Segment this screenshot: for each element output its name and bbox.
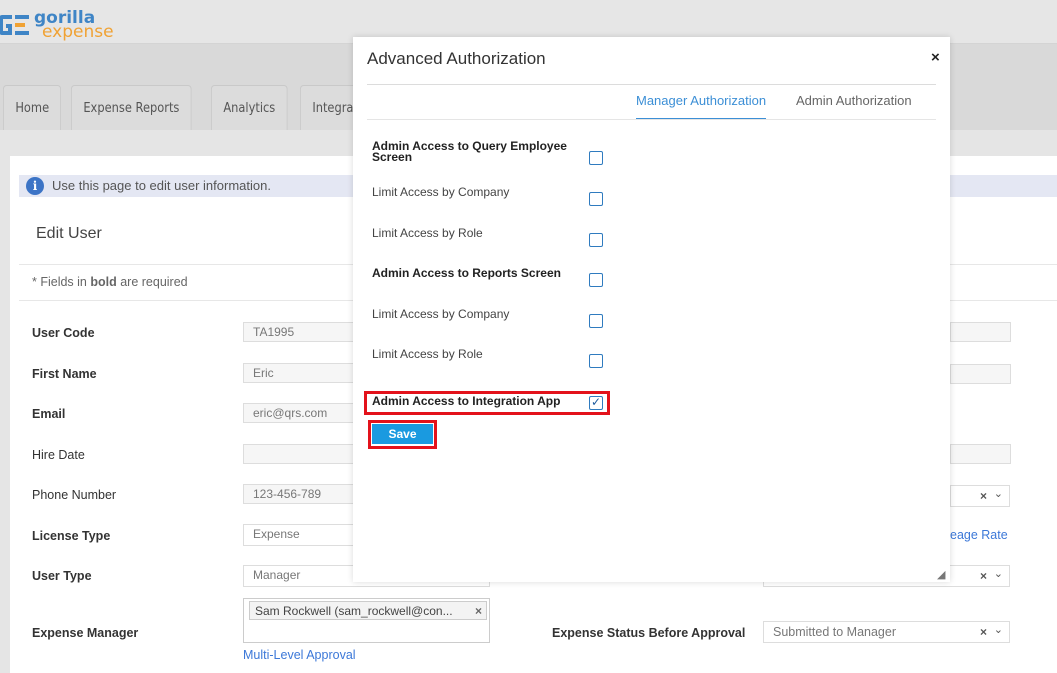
right-select[interactable]: × ⌄ bbox=[950, 485, 1010, 507]
integration-app-access-checkbox[interactable]: ✓ bbox=[589, 396, 603, 410]
required-note-suffix: are required bbox=[116, 275, 188, 289]
tab-admin-authorization[interactable]: Admin Authorization bbox=[796, 93, 912, 118]
user-code-label: User Code bbox=[32, 326, 95, 340]
nav-tab-home[interactable]: Home bbox=[3, 85, 62, 130]
page-title: Edit User bbox=[36, 225, 102, 242]
first-name-label: First Name bbox=[32, 367, 97, 381]
email-label: Email bbox=[32, 407, 66, 421]
tabs-divider bbox=[367, 119, 936, 120]
first-name-input[interactable]: Eric bbox=[243, 363, 355, 383]
nav-tab-expense-reports[interactable]: Expense Reports bbox=[71, 85, 193, 130]
integration-app-access-label: Admin Access to Integration App bbox=[372, 394, 561, 408]
logo-text-bottom: expense bbox=[42, 22, 114, 42]
query-limit-by-company-checkbox[interactable] bbox=[589, 192, 603, 206]
limit-by-role-label: Limit Access by Role bbox=[372, 226, 483, 240]
query-employee-access-checkbox[interactable] bbox=[589, 151, 603, 165]
multi-level-approval-link[interactable]: Multi-Level Approval bbox=[243, 648, 356, 662]
license-type-select[interactable]: Expense bbox=[243, 524, 355, 546]
remove-tag-icon[interactable]: × bbox=[475, 604, 482, 618]
chevron-down-icon[interactable]: ⌄ bbox=[994, 567, 1003, 580]
expense-manager-label: Expense Manager bbox=[32, 626, 139, 640]
limit-by-company-label: Limit Access by Company bbox=[372, 185, 510, 199]
user-code-input[interactable]: TA1995 bbox=[243, 322, 355, 342]
reports-access-checkbox[interactable] bbox=[589, 273, 603, 287]
modal-divider bbox=[367, 84, 936, 85]
right-field-input[interactable] bbox=[950, 444, 1011, 464]
user-type-label: User Type bbox=[32, 569, 92, 583]
limit-by-role-label: Limit Access by Role bbox=[372, 347, 483, 361]
clear-icon[interactable]: × bbox=[980, 625, 987, 639]
status-before-approval-select[interactable]: Submitted to Manager × ⌄ bbox=[763, 621, 1010, 643]
save-button[interactable]: Save bbox=[372, 424, 433, 444]
right-field-input[interactable] bbox=[950, 364, 1011, 384]
hire-date-input[interactable] bbox=[243, 444, 355, 464]
status-before-approval-value: Submitted to Manager bbox=[773, 625, 896, 639]
close-icon[interactable]: × bbox=[931, 49, 940, 66]
clear-icon[interactable]: × bbox=[980, 489, 987, 503]
resize-handle-icon[interactable]: ◢ bbox=[937, 568, 945, 581]
query-limit-by-role-checkbox[interactable] bbox=[589, 233, 603, 247]
info-icon: i bbox=[26, 177, 44, 195]
reports-access-label: Admin Access to Reports Screen bbox=[372, 266, 561, 280]
hire-date-label: Hire Date bbox=[32, 448, 85, 462]
info-banner-text: Use this page to edit user information. bbox=[52, 178, 271, 193]
phone-number-label: Phone Number bbox=[32, 488, 117, 502]
status-before-approval-label: Expense Status Before Approval bbox=[552, 626, 746, 640]
required-note-bold: bold bbox=[90, 275, 117, 289]
nav-tab-analytics[interactable]: Analytics bbox=[210, 85, 288, 130]
logo-mark-icon bbox=[0, 12, 32, 38]
gorilla-expense-logo[interactable]: gorilla expense bbox=[0, 8, 114, 42]
right-field-input[interactable] bbox=[950, 322, 1011, 342]
license-type-label: License Type bbox=[32, 529, 111, 543]
expense-manager-tag-text: Sam Rockwell (sam_rockwell@con... bbox=[255, 604, 453, 618]
reports-limit-by-role-checkbox[interactable] bbox=[589, 354, 603, 368]
required-note-prefix: * Fields in bbox=[32, 275, 91, 289]
query-employee-access-label: Admin Access to Query Employee Screen bbox=[372, 139, 567, 164]
limit-by-company-label: Limit Access by Company bbox=[372, 307, 510, 321]
tab-manager-authorization[interactable]: Manager Authorization bbox=[636, 93, 767, 120]
modal-title: Advanced Authorization bbox=[367, 49, 546, 68]
phone-number-input[interactable]: 123-456-789 bbox=[243, 484, 355, 504]
chevron-down-icon[interactable]: ⌄ bbox=[994, 623, 1003, 636]
clear-icon[interactable]: × bbox=[980, 569, 987, 583]
email-input[interactable]: eric@qrs.com bbox=[243, 403, 355, 423]
expense-manager-tag[interactable]: Sam Rockwell (sam_rockwell@con... × bbox=[249, 601, 487, 620]
required-fields-note: * Fields in bold are required bbox=[32, 275, 188, 289]
chevron-down-icon[interactable]: ⌄ bbox=[994, 487, 1003, 500]
advanced-authorization-modal: Advanced Authorization × Manager Authori… bbox=[353, 37, 950, 582]
mileage-rate-link[interactable]: eage Rate bbox=[950, 528, 1008, 542]
reports-limit-by-company-checkbox[interactable] bbox=[589, 314, 603, 328]
